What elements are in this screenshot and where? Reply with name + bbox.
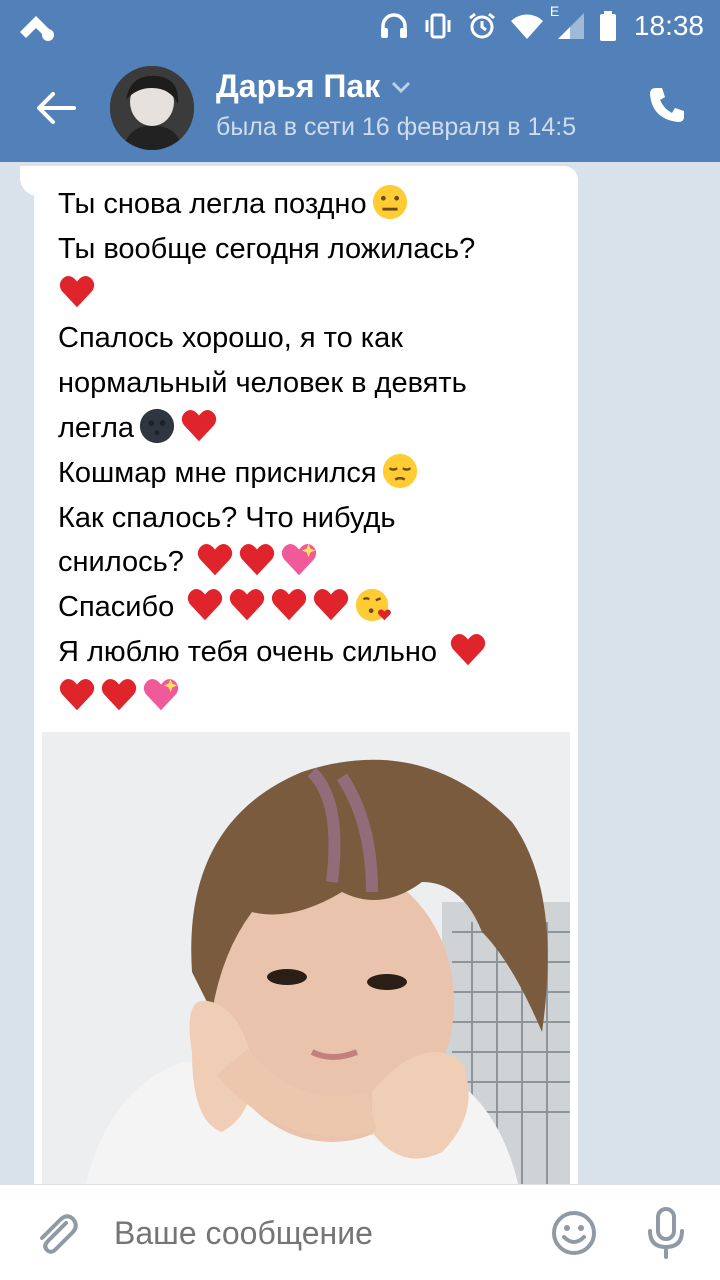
wifi-icon — [510, 11, 544, 41]
status-bar: E 18:38 — [0, 0, 720, 52]
sparkling-heart-emoji-icon — [143, 678, 179, 710]
message-line — [58, 272, 558, 317]
heart-emoji-icon — [181, 410, 217, 442]
headset-icon — [378, 10, 410, 42]
heart-emoji-icon — [314, 589, 349, 621]
battery-icon — [598, 10, 618, 42]
app-header: E 18:38 Дарья Пак была в сети 16 февраля… — [0, 0, 720, 162]
heart-emoji-icon — [450, 634, 486, 666]
heart-emoji-icon — [197, 544, 233, 576]
heart-emoji-icon — [239, 544, 275, 576]
last-seen-status: была в сети 16 февраля в 14:5 — [216, 113, 577, 141]
paperclip-icon — [40, 1214, 78, 1254]
voice-message-button[interactable] — [640, 1205, 692, 1261]
emoji-button[interactable] — [548, 1207, 600, 1259]
heart-emoji-icon — [272, 589, 307, 621]
message-line: Я люблю тебя очень сильно — [58, 630, 558, 675]
phone-icon — [650, 88, 684, 122]
microphone-icon — [648, 1207, 684, 1259]
message-text: Ты снова легла поздно Ты вообще сегодня … — [58, 182, 558, 720]
back-button[interactable] — [30, 82, 82, 134]
message-bubble[interactable]: Ты снова легла поздно Ты вообще сегодня … — [34, 166, 578, 1184]
pensive-face-emoji-icon — [382, 453, 417, 488]
smiley-icon — [552, 1211, 596, 1255]
heart-emoji-icon — [230, 589, 265, 621]
heart-emoji-icon — [59, 275, 95, 307]
heart-emoji-icon — [59, 678, 95, 710]
message-line: Ты вообще сегодня ложилась? — [58, 232, 476, 265]
message-composer — [0, 1184, 720, 1280]
heart-emoji-icon — [101, 678, 137, 710]
neutral-face-emoji-icon — [367, 184, 409, 220]
message-list[interactable]: Ты снова легла поздно Ты вообще сегодня … — [0, 162, 720, 1184]
message-line: Спалось хорошо, я то как — [58, 322, 403, 355]
attached-photo[interactable] — [42, 732, 570, 1184]
contact-name: Дарья Пак — [216, 68, 381, 104]
network-type: E — [549, 3, 560, 19]
heart-emoji-icon — [188, 589, 223, 621]
message-line: Как спалось? Что нибудь — [58, 501, 396, 534]
new-moon-face-emoji-icon — [139, 408, 175, 444]
sparkling-heart-emoji-icon — [281, 544, 317, 576]
message-line: Кошмар мне приснился — [58, 451, 558, 496]
message-line: Спасибо — [58, 585, 558, 630]
message-line: легла — [58, 406, 558, 451]
notification-icon — [16, 10, 56, 42]
vibrate-icon — [422, 10, 454, 42]
arrow-left-icon — [37, 92, 76, 124]
message-line — [58, 675, 558, 720]
message-input[interactable] — [114, 1207, 534, 1259]
chat-navbar: Дарья Пак была в сети 16 февраля в 14:5 — [0, 56, 720, 156]
chevron-down-icon — [392, 81, 411, 93]
message-line: Ты снова легла поздно — [58, 182, 558, 227]
chat-title[interactable]: Дарья Пак была в сети 16 февраля в 14:5 — [216, 68, 626, 142]
alarm-icon — [466, 10, 498, 42]
kissing-heart-face-emoji-icon — [356, 589, 392, 622]
contact-avatar[interactable] — [110, 66, 194, 150]
message-line: нормальный человек в девять — [58, 367, 467, 400]
status-time: 18:38 — [633, 10, 704, 41]
signal-icon: E — [550, 3, 586, 41]
attach-button[interactable] — [30, 1207, 82, 1259]
call-button[interactable] — [640, 78, 694, 132]
message-line: снилось? — [58, 540, 558, 585]
